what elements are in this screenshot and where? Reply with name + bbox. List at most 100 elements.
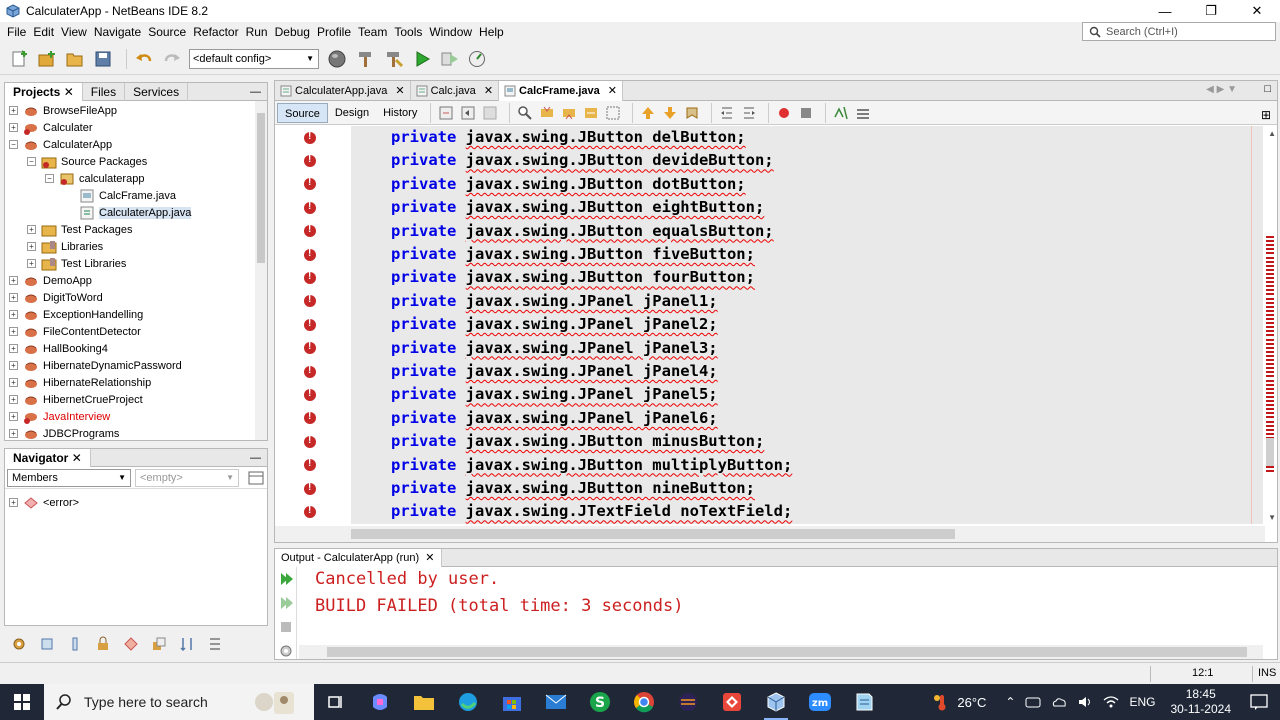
minimize-panel-icon[interactable]: — [250, 452, 261, 464]
error-stripe-mark[interactable] [1266, 236, 1274, 238]
file-explorer-button[interactable] [402, 684, 446, 720]
undo-button[interactable] [133, 48, 155, 70]
error-stripe-mark[interactable] [1266, 326, 1274, 329]
network-icon[interactable] [1025, 695, 1041, 709]
maximize-editor-icon[interactable]: □ [1264, 83, 1271, 95]
uncomment-button[interactable] [854, 104, 872, 122]
tree-item-hibernatedynamicpassword[interactable]: + HibernateDynamicPassword [9, 357, 182, 374]
stop-macro-button[interactable] [797, 104, 815, 122]
error-marker-icon[interactable] [304, 341, 316, 355]
locked-button[interactable] [92, 633, 114, 655]
tree-item-digittoword[interactable]: + DigitToWord [9, 289, 103, 306]
edge-button[interactable] [446, 684, 490, 720]
expand-icon[interactable]: + [9, 395, 18, 404]
error-marker-icon[interactable] [304, 248, 316, 261]
error-stripe-mark[interactable] [1266, 359, 1274, 361]
show-hidden-icons-button[interactable]: ⌃ [1005, 695, 1015, 709]
scroll-tabs-left-icon[interactable]: ◀ ▶ ▼ [1206, 84, 1237, 95]
tab-output[interactable]: Output - CalculaterApp (run) ✕ [275, 548, 442, 567]
restore-button[interactable]: ❐ [1188, 0, 1234, 22]
netbeans-taskbar-button[interactable] [754, 684, 798, 720]
scrollbar-thumb[interactable] [257, 113, 265, 263]
error-stripe-mark[interactable] [1266, 277, 1274, 279]
code-text[interactable]: private javax.swing.JButton delButton; pr… [351, 126, 1265, 524]
debug-button[interactable] [439, 48, 461, 70]
profile-button[interactable] [467, 48, 489, 70]
error-stripe[interactable] [1263, 126, 1277, 524]
menu-navigate[interactable]: Navigate [91, 25, 145, 39]
code-line[interactable]: private javax.swing.JButton fourButton; [391, 266, 755, 289]
settings-button[interactable] [8, 633, 30, 655]
output-settings-button[interactable] [278, 643, 294, 659]
error-stripe-mark[interactable] [1266, 252, 1274, 255]
error-stripe-mark[interactable] [1266, 309, 1274, 312]
tree-item-source-packages[interactable]: − Source Packages [27, 153, 147, 170]
error-stripe-mark[interactable] [1266, 395, 1274, 398]
expand-icon[interactable]: + [9, 123, 18, 132]
menu-view[interactable]: View [58, 25, 91, 39]
error-stripe-mark[interactable] [1266, 338, 1274, 341]
tab-projects[interactable]: Projects ✕ [5, 82, 83, 101]
error-stripe-mark[interactable] [1266, 285, 1274, 288]
find-previous-button[interactable] [538, 104, 556, 122]
tree-item-package[interactable]: − calculaterapp [45, 170, 144, 187]
tree-item-test-libraries[interactable]: + Test Libraries [27, 255, 126, 272]
tree-item-exceptionhandelling[interactable]: + ExceptionHandelling [9, 306, 143, 323]
sheets-app-button[interactable]: S [578, 684, 622, 720]
start-macro-button[interactable] [775, 104, 793, 122]
comment-button[interactable] [832, 104, 850, 122]
menu-refactor[interactable]: Refactor [190, 25, 242, 39]
rerun-button[interactable] [278, 571, 294, 587]
code-line[interactable]: private javax.swing.JButton devideButton… [391, 149, 774, 172]
error-stripe-mark[interactable] [1266, 289, 1274, 292]
tab-calc-java[interactable]: Calc.java ✕ [411, 80, 500, 101]
error-stripe-mark[interactable] [1266, 330, 1274, 333]
split-editor-icon[interactable]: ⊞ [1261, 108, 1271, 122]
tree-item-hibernaterelationship[interactable]: + HibernateRelationship [9, 374, 151, 391]
tree-item-demoapp[interactable]: + DemoApp [9, 272, 92, 289]
new-project-button[interactable] [36, 48, 58, 70]
taskbar-clock[interactable]: 18:45 30-11-2024 [1171, 687, 1232, 717]
error-stripe-mark[interactable] [1266, 412, 1274, 415]
minimize-panel-icon[interactable]: — [250, 86, 261, 98]
onedrive-icon[interactable] [1051, 696, 1067, 708]
code-line[interactable]: private javax.swing.JTextField noTextFie… [391, 500, 792, 523]
scrollbar-thumb[interactable] [351, 529, 955, 539]
error-stripe-mark[interactable] [1266, 240, 1274, 243]
menu-profile[interactable]: Profile [314, 25, 355, 39]
open-project-button[interactable] [64, 48, 86, 70]
expand-icon[interactable]: + [27, 242, 36, 251]
tree-item-calculaterapp-java[interactable]: CalculaterApp.java [79, 204, 192, 221]
error-marker-icon[interactable] [304, 388, 316, 401]
zoom-button[interactable]: zm [798, 684, 842, 720]
redo-button[interactable] [161, 48, 183, 70]
toggle-bookmark-button[interactable] [683, 104, 701, 122]
code-line[interactable]: private javax.swing.JButton eightButton; [391, 196, 764, 219]
tree-item-calculaterapp[interactable]: − CalculaterApp [9, 136, 112, 153]
menu-debug[interactable]: Debug [272, 25, 314, 39]
error-stripe-mark[interactable] [1266, 272, 1274, 275]
error-marker-icon[interactable] [304, 294, 316, 308]
toggle-rect-selection-button[interactable] [604, 104, 622, 122]
expand-icon[interactable]: + [9, 293, 18, 302]
shift-right-button[interactable] [740, 104, 758, 122]
code-line[interactable]: private javax.swing.JPanel jPanel6; [391, 407, 718, 430]
expand-icon[interactable]: + [9, 498, 18, 507]
design-view-button[interactable]: Design [328, 103, 376, 123]
error-marker-icon[interactable] [304, 411, 316, 425]
notification-button[interactable] [1250, 694, 1268, 710]
stop-output-button[interactable] [278, 619, 294, 635]
chrome-button[interactable] [622, 684, 666, 720]
error-stripe-mark[interactable] [1266, 391, 1274, 394]
error-marker-icon[interactable] [304, 131, 316, 144]
code-line[interactable]: private javax.swing.JButton equalsButton… [391, 220, 774, 243]
error-stripe-mark[interactable] [1266, 350, 1274, 353]
toggle-highlight-button[interactable] [582, 104, 600, 122]
collapse-icon[interactable]: − [45, 174, 54, 183]
error-stripe-mark[interactable] [1266, 416, 1274, 419]
error-stripe-mark[interactable] [1266, 383, 1274, 386]
error-stripe-mark[interactable] [1266, 420, 1274, 423]
new-file-button[interactable] [8, 48, 30, 70]
code-editor[interactable]: private javax.swing.JButton delButton;pr… [275, 126, 1265, 524]
error-stripe-mark[interactable] [1266, 264, 1274, 267]
